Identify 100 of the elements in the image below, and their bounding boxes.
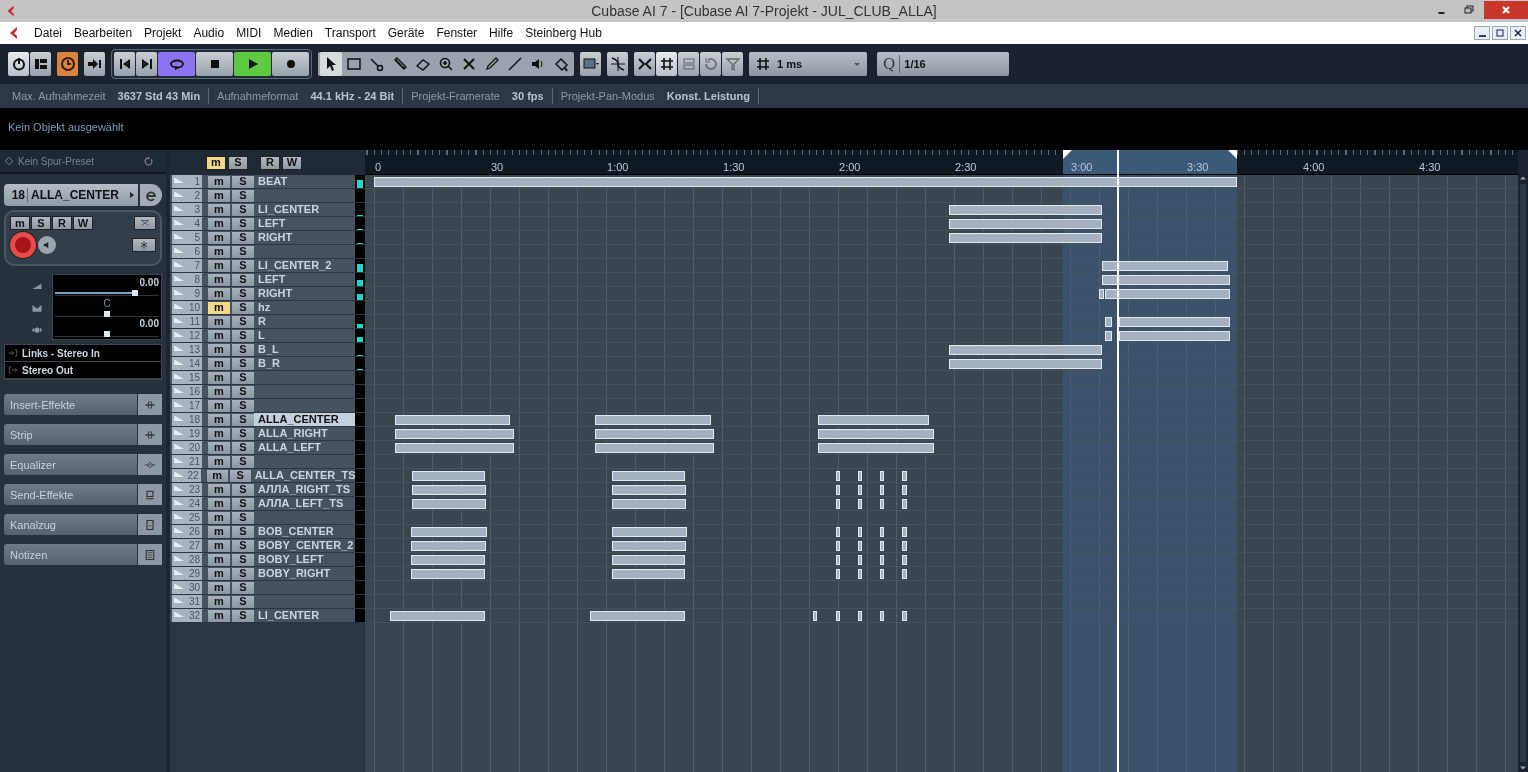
- track-number-cell[interactable]: 23: [172, 483, 202, 496]
- track-number-cell[interactable]: 18: [172, 413, 202, 426]
- track-number-cell[interactable]: 32: [172, 609, 202, 622]
- section-header[interactable]: Send-Effekte: [4, 484, 137, 505]
- solo-button[interactable]: S: [232, 357, 254, 370]
- global-toggle-button[interactable]: m: [206, 155, 226, 170]
- mute-button[interactable]: m: [208, 273, 230, 286]
- track-number-cell[interactable]: 7: [172, 259, 202, 272]
- mute-button[interactable]: m: [208, 287, 230, 300]
- track-number-cell[interactable]: 6: [172, 245, 202, 258]
- right-locator[interactable]: [1228, 150, 1238, 159]
- mute-button[interactable]: m: [208, 175, 230, 188]
- track-row[interactable]: 27 m S BOBY_CENTER_2: [170, 539, 365, 553]
- settings-button[interactable]: [132, 238, 156, 252]
- mute-button[interactable]: m: [208, 357, 230, 370]
- solo-button[interactable]: S: [232, 217, 254, 230]
- track-row[interactable]: 32 m S LI_CENTER: [170, 609, 365, 623]
- loop-button[interactable]: [700, 52, 721, 76]
- scrollbar[interactable]: [1518, 150, 1528, 772]
- track-row[interactable]: 12 m S L: [170, 329, 365, 343]
- solo-button[interactable]: S: [232, 567, 254, 580]
- mute-button[interactable]: m: [208, 609, 230, 622]
- section-toggle[interactable]: [138, 484, 162, 505]
- menu-item[interactable]: Projekt: [138, 26, 188, 40]
- mute-button[interactable]: m: [208, 385, 230, 398]
- edit-button[interactable]: [140, 184, 162, 206]
- mute-button[interactable]: m: [208, 329, 230, 342]
- solo-button[interactable]: S: [232, 483, 254, 496]
- track-row[interactable]: 31 m S: [170, 595, 365, 609]
- track-row[interactable]: 24 m S АЛЛА_LEFT_TS: [170, 497, 365, 511]
- track-number-cell[interactable]: 14: [172, 357, 202, 370]
- audio-event[interactable]: [611, 541, 687, 551]
- next-button[interactable]: [136, 52, 157, 76]
- solo-button[interactable]: S: [232, 413, 254, 426]
- track-row[interactable]: 2 m S: [170, 189, 365, 203]
- track-number-cell[interactable]: 19: [172, 427, 202, 440]
- mute-button[interactable]: m: [208, 511, 230, 524]
- close-button[interactable]: [1510, 26, 1526, 40]
- solo-button[interactable]: S: [232, 315, 254, 328]
- track-number-cell[interactable]: 24: [172, 497, 202, 510]
- solo-button[interactable]: S: [232, 455, 254, 468]
- global-toggle-button[interactable]: W: [282, 155, 302, 170]
- minimize-button[interactable]: [1474, 26, 1490, 40]
- menu-item[interactable]: Steinberg Hub: [519, 26, 608, 40]
- layout-button[interactable]: [30, 52, 51, 76]
- track-number-cell[interactable]: 8: [172, 273, 202, 286]
- track-row[interactable]: 23 m S АЛЛА_RIGHT_TS: [170, 483, 365, 497]
- playback-cursor[interactable]: [1116, 150, 1119, 772]
- snap-zero-button[interactable]: [607, 52, 628, 76]
- section-header[interactable]: Insert-Effekte: [4, 394, 137, 415]
- mute-button[interactable]: m: [208, 441, 230, 454]
- track-number-cell[interactable]: 22: [172, 469, 201, 482]
- mute-button[interactable]: m: [208, 245, 230, 258]
- track-number-cell[interactable]: 17: [172, 399, 202, 412]
- mute-button[interactable]: m: [208, 427, 230, 440]
- menu-item[interactable]: Datei: [28, 26, 68, 40]
- solo-button[interactable]: S: [232, 595, 254, 608]
- track-number-cell[interactable]: 11: [172, 315, 202, 328]
- menu-item[interactable]: Hilfe: [483, 26, 520, 40]
- solo-button[interactable]: S: [232, 189, 254, 202]
- mute-button[interactable]: m: [208, 539, 230, 552]
- track-number-cell[interactable]: 4: [172, 217, 202, 230]
- pan-slider[interactable]: [55, 311, 159, 317]
- mute-button[interactable]: m: [208, 189, 230, 202]
- audio-event[interactable]: [611, 485, 687, 495]
- track-row[interactable]: 6 m S: [170, 245, 365, 259]
- audio-event[interactable]: [411, 485, 487, 495]
- mute-button[interactable]: m: [208, 315, 230, 328]
- audio-event[interactable]: [901, 611, 907, 621]
- delay-slider[interactable]: [55, 332, 159, 338]
- solo-button[interactable]: S: [232, 287, 254, 300]
- track-row[interactable]: 11 m S R: [170, 315, 365, 329]
- track-row[interactable]: 17 m S: [170, 399, 365, 413]
- volume-slider[interactable]: [55, 291, 159, 296]
- solo-button[interactable]: S: [232, 371, 254, 384]
- previous-button[interactable]: [114, 52, 135, 76]
- menu-item[interactable]: Bearbeiten: [68, 26, 139, 40]
- menu-item[interactable]: Audio: [187, 26, 231, 40]
- audio-event[interactable]: [836, 611, 841, 621]
- audio-event[interactable]: [1099, 289, 1105, 299]
- solo-button[interactable]: S: [232, 609, 254, 622]
- slider-thumb[interactable]: [132, 290, 139, 296]
- solo-button[interactable]: S: [232, 175, 254, 188]
- solo-button[interactable]: S: [232, 273, 254, 286]
- track-number-cell[interactable]: 10: [172, 301, 202, 314]
- slider-thumb[interactable]: [104, 310, 110, 317]
- section-toggle[interactable]: [138, 424, 162, 445]
- mute-button[interactable]: m: [208, 371, 230, 384]
- color-button[interactable]: [580, 52, 601, 76]
- freeze-button[interactable]: [134, 216, 156, 230]
- track-toggle-button[interactable]: W: [73, 216, 93, 230]
- power-button[interactable]: [8, 52, 29, 76]
- filter-button[interactable]: [722, 52, 743, 76]
- section-header[interactable]: Kanalzug: [4, 514, 137, 535]
- section-toggle[interactable]: [138, 454, 162, 475]
- play-button[interactable]: [234, 52, 271, 76]
- monitor-button[interactable]: [38, 236, 56, 254]
- section-toggle[interactable]: [138, 514, 162, 535]
- solo-button[interactable]: S: [232, 203, 254, 216]
- track-row[interactable]: 14 m S B_R: [170, 357, 365, 371]
